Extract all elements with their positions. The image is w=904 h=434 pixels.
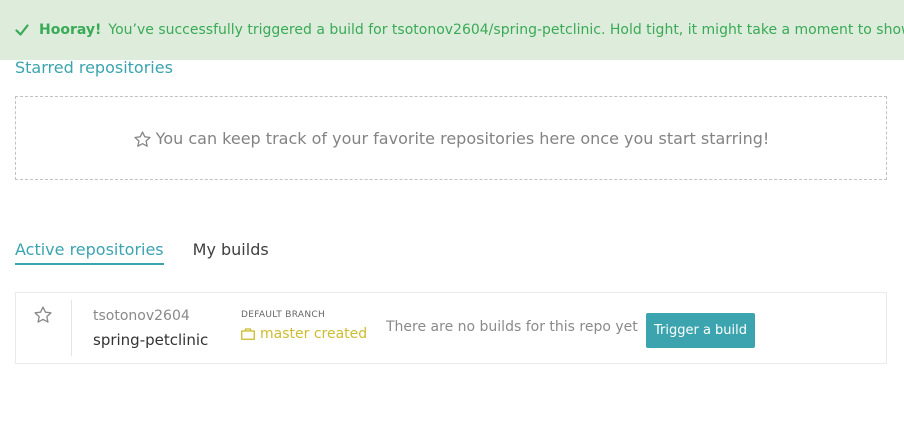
starred-repositories-heading: Starred repositories [15,58,173,77]
repo-name[interactable]: spring-petclinic [93,331,208,349]
success-flash-banner: Hooray! You’ve successfully triggered a … [0,0,904,60]
flash-title: Hooray! [39,22,102,38]
default-branch-label: DEFAULT BRANCH [241,310,326,320]
tab-active-repositories[interactable]: Active repositories [15,240,164,265]
star-outline-icon [133,130,152,149]
repository-tabs: Active repositories My builds [15,240,269,265]
starred-empty-state: You can keep track of your favorite repo… [15,96,887,180]
no-builds-message: There are no builds for this repo yet [386,319,638,335]
check-icon [15,23,29,37]
trigger-build-button[interactable]: Trigger a build [646,313,755,348]
repo-owner[interactable]: tsotonov2604 [93,308,190,324]
flash-message: You’ve successfully triggered a build fo… [108,22,904,38]
divider [71,300,72,356]
branch-status: master created [241,326,367,342]
star-repo-icon[interactable] [33,305,53,325]
starred-empty-text: You can keep track of your favorite repo… [155,128,770,148]
branch-status-text: master created [260,326,368,342]
tab-my-builds[interactable]: My builds [193,240,269,265]
repository-row: tsotonov2604 spring-petclinic DEFAULT BR… [15,292,887,364]
briefcase-icon [241,328,255,340]
